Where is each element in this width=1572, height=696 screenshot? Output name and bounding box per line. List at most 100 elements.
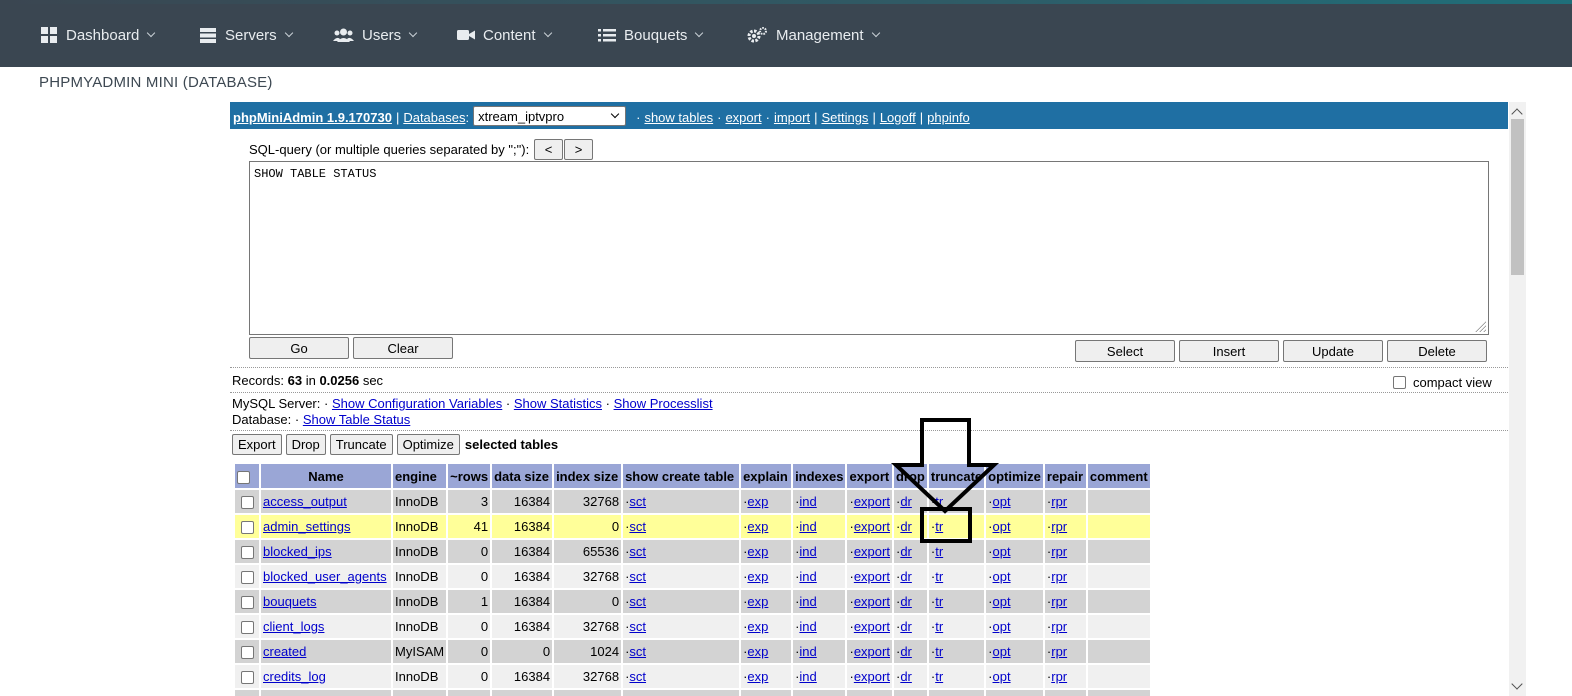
- repair-link[interactable]: rpr: [1051, 519, 1067, 534]
- iframe-scrollbar[interactable]: [1509, 102, 1526, 696]
- indexes-link[interactable]: ind: [799, 494, 816, 509]
- pma-brand-link[interactable]: phpMiniAdmin 1.9.170730: [233, 110, 392, 125]
- explain-link[interactable]: exp: [747, 544, 768, 559]
- go-button[interactable]: Go: [249, 337, 349, 359]
- drop-link[interactable]: dr: [900, 669, 912, 684]
- compact-view-toggle[interactable]: compact view: [1393, 375, 1492, 390]
- optimize-link[interactable]: opt: [993, 644, 1011, 659]
- phpinfo-link[interactable]: phpinfo: [927, 110, 970, 125]
- drop-link[interactable]: dr: [900, 644, 912, 659]
- nav-bouquets[interactable]: Bouquets: [598, 24, 704, 46]
- show-config-variables-link[interactable]: Show Configuration Variables: [332, 396, 502, 411]
- repair-link[interactable]: rpr: [1051, 569, 1067, 584]
- show-create-link[interactable]: sct: [629, 669, 646, 684]
- col-name[interactable]: Name: [259, 462, 393, 490]
- explain-link[interactable]: exp: [747, 494, 768, 509]
- table-name-link[interactable]: blocked_ips: [263, 544, 332, 559]
- col-data-size[interactable]: data size: [490, 462, 555, 490]
- history-prev-button[interactable]: <: [534, 139, 563, 160]
- delete-button[interactable]: Delete: [1387, 340, 1487, 362]
- explain-link[interactable]: exp: [747, 619, 768, 634]
- indexes-link[interactable]: ind: [799, 644, 816, 659]
- scrollbar-thumb[interactable]: [1511, 119, 1524, 275]
- row-checkbox[interactable]: [240, 571, 254, 585]
- show-create-link[interactable]: sct: [629, 494, 646, 509]
- show-create-link[interactable]: sct: [629, 519, 646, 534]
- nav-dashboard[interactable]: Dashboard: [40, 24, 156, 46]
- bulk-truncate-button[interactable]: Truncate: [329, 434, 393, 455]
- row-checkbox[interactable]: [240, 496, 254, 510]
- insert-button[interactable]: Insert: [1179, 340, 1279, 362]
- history-next-button[interactable]: >: [564, 139, 593, 160]
- nav-users[interactable]: Users: [333, 24, 418, 46]
- explain-link[interactable]: exp: [747, 669, 768, 684]
- truncate-link[interactable]: tr: [935, 569, 943, 584]
- nav-management[interactable]: Management: [747, 24, 880, 46]
- repair-link[interactable]: rpr: [1051, 619, 1067, 634]
- show-create-link[interactable]: sct: [629, 569, 646, 584]
- export-table-link[interactable]: export: [854, 594, 890, 609]
- drop-link[interactable]: dr: [900, 519, 912, 534]
- row-checkbox[interactable]: [240, 646, 254, 660]
- settings-link[interactable]: Settings: [821, 110, 868, 125]
- bulk-drop-button[interactable]: Drop: [285, 434, 326, 455]
- export-table-link[interactable]: export: [854, 619, 890, 634]
- show-tables-link[interactable]: show tables: [644, 110, 713, 125]
- resize-grip-icon[interactable]: [1474, 320, 1486, 332]
- col-engine[interactable]: engine: [390, 462, 449, 490]
- bulk-export-button[interactable]: Export: [232, 434, 282, 455]
- export-table-link[interactable]: export: [854, 519, 890, 534]
- table-name-link[interactable]: access_output: [263, 494, 347, 509]
- nav-content[interactable]: Content: [457, 24, 552, 46]
- export-table-link[interactable]: export: [854, 569, 890, 584]
- optimize-link[interactable]: opt: [993, 519, 1011, 534]
- indexes-link[interactable]: ind: [799, 594, 816, 609]
- show-create-link[interactable]: sct: [629, 594, 646, 609]
- sql-query-textarea[interactable]: SHOW TABLE STATUS: [249, 161, 1489, 335]
- table-name-link[interactable]: bouquets: [263, 594, 317, 609]
- drop-link[interactable]: dr: [900, 544, 912, 559]
- export-table-link[interactable]: export: [854, 544, 890, 559]
- table-name-link[interactable]: credits_log: [263, 669, 326, 684]
- row-checkbox[interactable]: [240, 596, 254, 610]
- col-index-size[interactable]: index size: [552, 462, 624, 490]
- indexes-link[interactable]: ind: [799, 544, 816, 559]
- nav-servers[interactable]: Servers: [199, 24, 293, 46]
- indexes-link[interactable]: ind: [799, 619, 816, 634]
- update-button[interactable]: Update: [1283, 340, 1383, 362]
- row-checkbox[interactable]: [240, 521, 254, 535]
- optimize-link[interactable]: opt: [993, 494, 1011, 509]
- optimize-link[interactable]: opt: [993, 544, 1011, 559]
- truncate-link[interactable]: tr: [935, 594, 943, 609]
- explain-link[interactable]: exp: [747, 519, 768, 534]
- repair-link[interactable]: rpr: [1051, 494, 1067, 509]
- repair-link[interactable]: rpr: [1051, 644, 1067, 659]
- indexes-link[interactable]: ind: [799, 669, 816, 684]
- repair-link[interactable]: rpr: [1051, 669, 1067, 684]
- repair-link[interactable]: rpr: [1051, 594, 1067, 609]
- table-name-link[interactable]: admin_settings: [263, 519, 350, 534]
- row-checkbox[interactable]: [240, 546, 254, 560]
- truncate-link[interactable]: tr: [935, 519, 943, 534]
- export-table-link[interactable]: export: [854, 644, 890, 659]
- logoff-link[interactable]: Logoff: [880, 110, 916, 125]
- table-name-link[interactable]: blocked_user_agents: [263, 569, 387, 584]
- show-processlist-link[interactable]: Show Processlist: [614, 396, 713, 411]
- database-select[interactable]: xtream_iptvpro: [473, 106, 627, 126]
- show-create-link[interactable]: sct: [629, 544, 646, 559]
- drop-link[interactable]: dr: [900, 569, 912, 584]
- optimize-link[interactable]: opt: [993, 569, 1011, 584]
- show-create-link[interactable]: sct: [629, 644, 646, 659]
- indexes-link[interactable]: ind: [799, 519, 816, 534]
- truncate-link[interactable]: tr: [935, 494, 943, 509]
- optimize-link[interactable]: opt: [993, 669, 1011, 684]
- export-table-link[interactable]: export: [854, 669, 890, 684]
- explain-link[interactable]: exp: [747, 569, 768, 584]
- truncate-link[interactable]: tr: [935, 669, 943, 684]
- optimize-link[interactable]: opt: [993, 594, 1011, 609]
- truncate-link[interactable]: tr: [935, 544, 943, 559]
- explain-link[interactable]: exp: [747, 644, 768, 659]
- drop-link[interactable]: dr: [900, 594, 912, 609]
- col-rows[interactable]: ~rows: [446, 462, 493, 490]
- bulk-optimize-button[interactable]: Optimize: [396, 434, 460, 455]
